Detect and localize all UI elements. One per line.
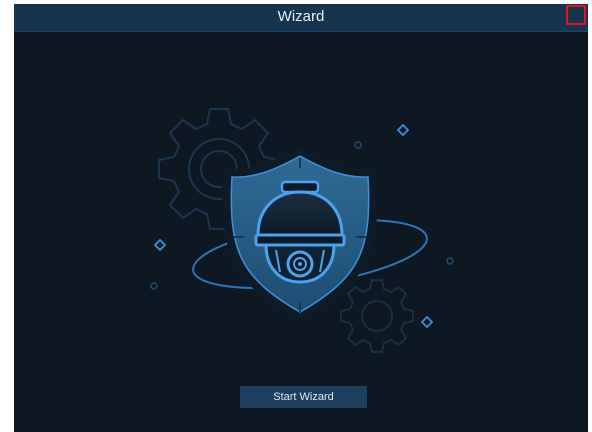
- close-button[interactable]: [566, 5, 586, 25]
- dot-icon: [446, 257, 454, 265]
- window-title: Wizard: [277, 8, 325, 25]
- title-bar: Wizard: [14, 4, 588, 32]
- sparkle-icon: [420, 315, 434, 329]
- start-wizard-button[interactable]: Start Wizard: [240, 386, 367, 408]
- small-gear-icon: [340, 279, 414, 353]
- wizard-illustration: [150, 108, 454, 353]
- dot-icon: [354, 141, 362, 149]
- dot-icon: [150, 282, 158, 290]
- sparkle-icon: [396, 123, 410, 137]
- sparkle-icon: [153, 238, 167, 252]
- wizard-window: Wizard Start Wizard: [14, 4, 588, 432]
